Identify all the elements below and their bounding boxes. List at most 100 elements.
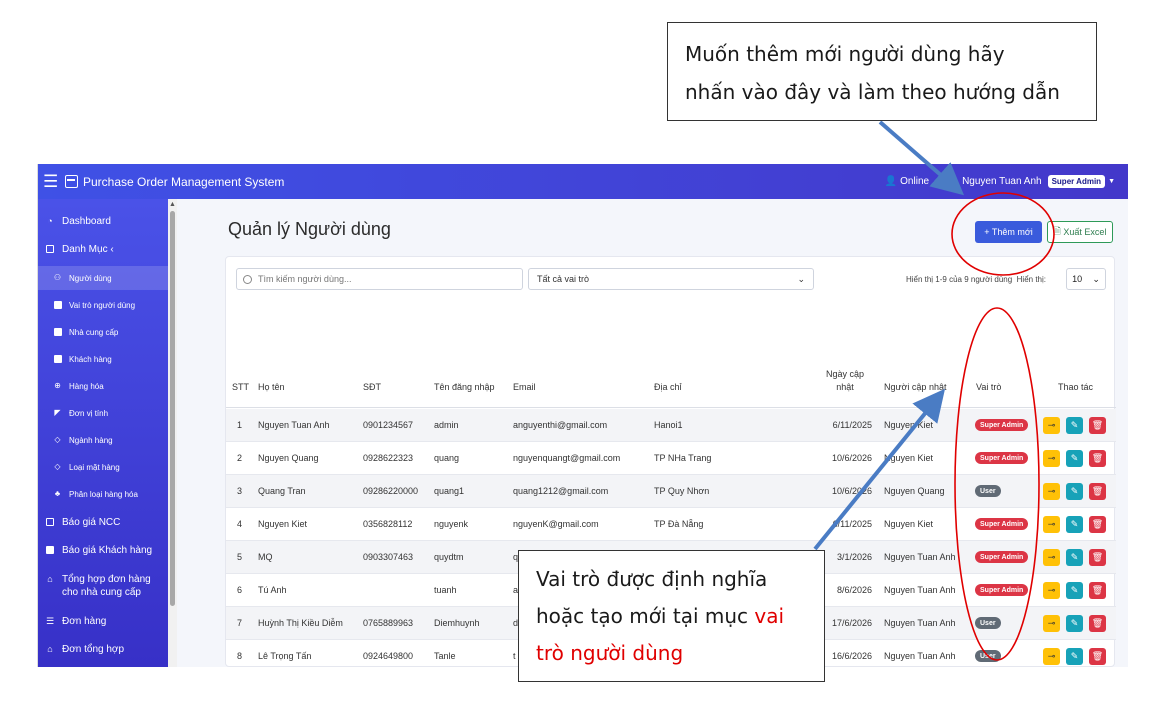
table-row: 1 Nguyen Tuan Anh 0901234567 admin anguyenth… [226,409,1116,442]
sidebar-item-don-vi-tinh[interactable]: ◤ Đơn vị tính [38,407,168,420]
key-icon[interactable]: ⊸ [1043,648,1060,665]
cell-phone: 0924649800 [363,651,414,661]
list-icon: ☰ [45,615,55,626]
caret-down-icon[interactable]: ▼ [1108,178,1115,185]
key-icon[interactable]: ⊸ [1043,615,1060,632]
sidebar-item-nguoi-dung[interactable]: ⚇ Người dùng [38,266,168,290]
cell-username: Diemhuynh [434,618,480,628]
sidebar-item-bao-gia-kh[interactable]: Báo giá Khách hàng [38,544,168,557]
th-email[interactable]: Email [513,382,536,392]
user-name[interactable]: Nguyen Tuan Anh [962,176,1042,187]
chevron-icon: ‹ [107,244,114,255]
th-username[interactable]: Tên đăng nhập [434,382,495,392]
sidebar-item-nganh-hang[interactable]: ◇ Ngành hàng [38,434,168,447]
sidebar-item-tong-hop-don-hang[interactable]: ⌂ Tổng hợp đơn hàng cho nhà cung cấp [38,573,168,599]
cell-name: Nguyen Kiet [258,519,308,529]
topbar-right: 👤 Online Nguyen Tuan Anh Super Admin ▼ [885,164,1115,199]
role-badge: Super Admin [975,452,1029,464]
sidebar-scrollbar[interactable]: ▲ [168,199,177,667]
sidebar-item-phan-loai[interactable]: ♣ Phân loại hàng hóa [38,488,168,501]
key-icon[interactable]: ⊸ [1043,417,1060,434]
table-row: 3 Quang Tran 09286220000 quang1 quang1212@gm… [226,475,1116,508]
edit-icon[interactable]: ✎ [1066,483,1083,500]
cell-stt: 1 [237,420,243,430]
dashboard-icon: ◔ [47,216,53,226]
table-row: 2 Nguyen Quang 0928622323 quang nguyenquangt… [226,442,1116,475]
app-title: Purchase Order Management System [83,174,285,189]
trash-icon[interactable]: 🗑 [1089,615,1106,632]
sidebar-item-dashboard[interactable]: ◔ Dashboard [38,215,168,228]
th-name[interactable]: Họ tên [258,382,285,392]
cell-stt: 3 [237,486,243,496]
page-size-select[interactable]: 10 ⌄ [1066,268,1106,290]
key-icon[interactable]: ⊸ [1043,582,1060,599]
annotation-note-roles: Vai trò được định nghĩa hoặc tạo mới tại… [518,550,825,682]
inbox-icon: ⌂ [47,644,53,654]
export-excel-button[interactable]: 🗎 Xuất Excel [1047,221,1113,243]
edit-icon[interactable]: ✎ [1066,450,1083,467]
role-filter-select[interactable]: Tất cả vai trò ⌄ [528,268,814,290]
cell-username: Tanle [434,651,456,661]
cell-stt: 4 [237,519,243,529]
box-logo-icon [65,175,78,188]
sidebar-item-vai-tro[interactable]: Vai trò người dùng [38,299,168,312]
sidebar-item-don-hang[interactable]: ☰ Đơn hàng [38,615,168,628]
sidebar-item-loai-mat-hang[interactable]: ◇ Loại mặt hàng [38,461,168,474]
table-row: 4 Nguyen Kiet 0356828112 nguyenk nguyenK@gma… [226,508,1116,541]
cell-phone: 0356828112 [363,519,413,529]
menu-toggle-icon[interactable]: ☰ [43,172,59,192]
key-icon[interactable]: ⊸ [1043,516,1060,533]
th-address[interactable]: Địa chỉ [654,382,682,392]
cell-phone: 0928622323 [363,453,414,463]
trash-icon[interactable]: 🗑 [1089,648,1106,665]
edit-icon[interactable]: ✎ [1066,648,1083,665]
key-icon[interactable]: ⊸ [1043,483,1060,500]
cell-date: 17/6/2026 [831,618,872,628]
trash-icon[interactable]: 🗑 [1089,516,1106,533]
trash-icon[interactable]: 🗑 [1089,450,1106,467]
edit-icon[interactable]: ✎ [1066,549,1083,566]
sidebar-item-bao-gia-ncc[interactable]: Báo giá NCC [38,516,168,529]
showing-info: Hiển thị 1-9 của 9 người dùng Hiển thị: [905,275,1046,284]
sidebar: ◔ Dashboard Danh Mục ‹ ⚇ Người dùng Vai tr… [38,199,168,667]
page-title: Quản lý Người dùng [228,219,391,239]
th-updated-date[interactable]: Ngày cập nhật [818,368,872,394]
scrollbar-thumb[interactable] [170,211,175,606]
trash-icon[interactable]: 🗑 [1089,549,1106,566]
sidebar-item-nha-cung-cap[interactable]: Nhà cung cấp [38,326,168,339]
sitemap-icon: ♣ [54,489,61,498]
online-status[interactable]: 👤 Online [885,176,929,187]
th-role[interactable]: Vai trò [976,382,1001,392]
chevron-down-icon: ⌄ [1092,273,1100,284]
sidebar-item-hang-hoa[interactable]: ⊕ Hàng hóa [38,380,168,393]
edit-icon[interactable]: ✎ [1066,516,1083,533]
trash-icon[interactable]: 🗑 [1089,582,1106,599]
cell-address: Hanoi1 [654,420,683,430]
sidebar-item-khach-hang[interactable]: Khách hàng [38,353,168,366]
cell-email: nguyenquangt@gmail.com [513,453,621,463]
th-updated-by[interactable]: Người cập nhật [884,382,946,392]
add-user-button[interactable]: + Thêm mới [975,221,1042,243]
trash-icon[interactable]: 🗑 [1089,417,1106,434]
cell-name: Tú Anh [258,585,287,595]
cell-address: TP NHa Trang [654,453,712,463]
key-icon[interactable]: ⊸ [1043,450,1060,467]
role-badge: User [975,485,1001,497]
sidebar-item-danh-muc[interactable]: Danh Mục ‹ [38,243,168,256]
trash-icon[interactable]: 🗑 [1089,483,1106,500]
th-phone[interactable]: SĐT [363,382,381,392]
sidebar-item-don-tong-hop[interactable]: ⌂ Đơn tổng hợp [38,643,168,656]
cell-address: TP Quy Nhơn [654,486,710,496]
cell-date: 16/6/2026 [831,651,872,661]
inbox-icon: ⌂ [47,574,53,584]
key-icon[interactable]: ⊸ [1043,549,1060,566]
role-badge: Super Admin [975,584,1029,596]
edit-icon[interactable]: ✎ [1066,417,1083,434]
edit-icon[interactable]: ✎ [1066,582,1083,599]
th-stt[interactable]: STT [232,382,249,392]
search-input[interactable]: Tìm kiếm người dùng... [236,268,523,290]
edit-icon[interactable]: ✎ [1066,615,1083,632]
cell-username: admin [434,420,459,430]
scroll-up-icon[interactable]: ▲ [169,201,176,208]
cell-date: 10/6/2026 [831,486,872,496]
